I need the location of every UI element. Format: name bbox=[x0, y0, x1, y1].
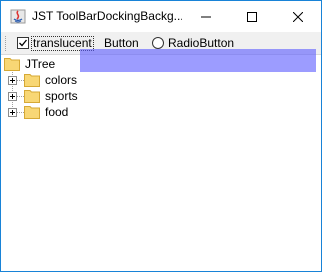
radio-circle[interactable] bbox=[152, 37, 164, 49]
tree-node-sports[interactable]: sports bbox=[24, 88, 78, 104]
maximize-icon bbox=[247, 11, 257, 22]
window-title: JST ToolBarDockingBackg... bbox=[32, 9, 182, 23]
minimize-icon bbox=[201, 16, 211, 17]
minimize-button[interactable] bbox=[183, 1, 229, 32]
folder-icon bbox=[24, 90, 40, 103]
tree-node-food[interactable]: food bbox=[24, 104, 68, 120]
expand-sports-icon[interactable] bbox=[8, 92, 17, 101]
checkmark-icon bbox=[19, 39, 28, 47]
checkbox-box[interactable] bbox=[17, 37, 29, 49]
tree-root-label: JTree bbox=[25, 57, 56, 71]
tree-node-label: food bbox=[45, 105, 69, 119]
close-icon bbox=[293, 11, 303, 22]
tree-root-node[interactable]: JTree bbox=[4, 56, 55, 72]
tree-node-label: sports bbox=[45, 89, 78, 103]
expand-food-icon[interactable] bbox=[8, 108, 17, 117]
title-bar[interactable]: JST ToolBarDockingBackg... bbox=[1, 1, 321, 32]
radio-label: RadioButton bbox=[168, 36, 235, 50]
maximize-button[interactable] bbox=[229, 1, 275, 32]
close-button[interactable] bbox=[275, 1, 321, 32]
folder-icon bbox=[24, 106, 40, 119]
jtree[interactable]: JTree colors sports food bbox=[1, 55, 321, 271]
tree-node-colors[interactable]: colors bbox=[24, 72, 77, 88]
app-window: JST ToolBarDockingBackg... translucent B… bbox=[0, 0, 322, 272]
folder-icon bbox=[24, 74, 40, 87]
expand-colors-icon[interactable] bbox=[8, 76, 17, 85]
java-app-icon bbox=[10, 9, 26, 24]
tree-node-label: colors bbox=[45, 73, 78, 87]
folder-icon bbox=[4, 58, 20, 71]
toolbar-drag-handle[interactable] bbox=[5, 36, 9, 51]
